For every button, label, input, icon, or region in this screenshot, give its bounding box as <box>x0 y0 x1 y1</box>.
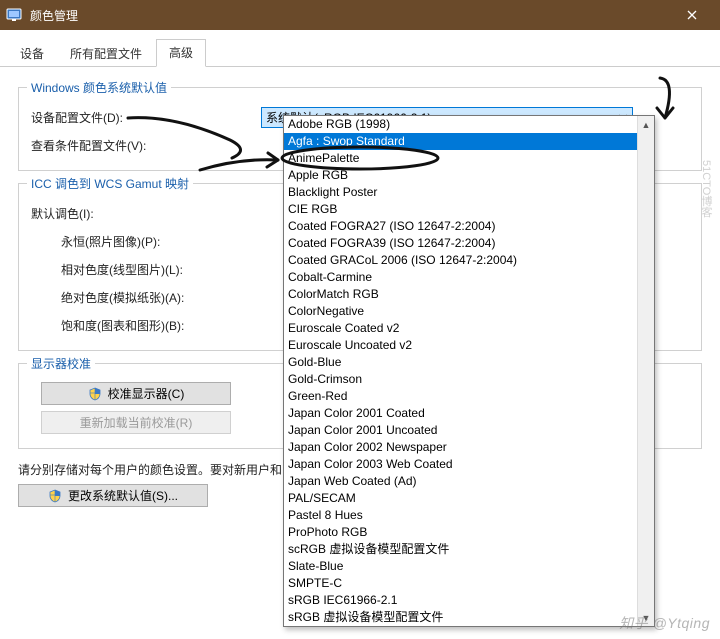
titlebar: 颜色管理 <box>0 0 720 30</box>
tab-strip: 设备 所有配置文件 高级 <box>0 30 720 67</box>
calibrate-display-button[interactable]: 校准显示器(C) <box>41 382 231 405</box>
dropdown-item[interactable]: Gold-Blue <box>284 354 654 371</box>
dropdown-item[interactable]: AnimePalette <box>284 150 654 167</box>
label-default-tone: 默认调色(I): <box>31 205 261 222</box>
window-title: 颜色管理 <box>30 7 669 24</box>
dropdown-item[interactable]: Apple RGB <box>284 167 654 184</box>
dropdown-item[interactable]: CIE RGB <box>284 201 654 218</box>
dropdown-list[interactable]: Adobe RGB (1998)Agfa : Swop StandardAnim… <box>283 115 655 627</box>
dropdown-item[interactable]: Adobe RGB (1998) <box>284 116 654 133</box>
close-button[interactable] <box>669 0 714 30</box>
label-relative: 相对色度(线型图片)(L): <box>31 261 261 278</box>
scroll-up-icon[interactable]: ▲ <box>638 116 654 133</box>
dropdown-item[interactable]: Japan Color 2001 Coated <box>284 405 654 422</box>
label-view-cond: 查看条件配置文件(V): <box>31 137 261 154</box>
dropdown-item[interactable]: Agfa : Swop Standard <box>284 133 654 150</box>
app-icon <box>6 7 22 23</box>
label-saturation: 饱和度(图表和图形)(B): <box>31 317 261 334</box>
button-label: 重新加载当前校准(R) <box>80 414 193 431</box>
button-label: 校准显示器(C) <box>108 385 185 402</box>
dropdown-item[interactable]: Japan Web Coated (Ad) <box>284 473 654 490</box>
dropdown-item[interactable]: Coated FOGRA39 (ISO 12647-2:2004) <box>284 235 654 252</box>
group-legend: ICC 调色到 WCS Gamut 映射 <box>27 175 193 192</box>
shield-icon <box>48 489 62 503</box>
button-label: 更改系统默认值(S)... <box>68 487 178 504</box>
dropdown-item[interactable]: Cobalt-Carmine <box>284 269 654 286</box>
label-absolute: 绝对色度(模拟纸张)(A): <box>31 289 261 306</box>
dropdown-item[interactable]: Slate-Blue <box>284 558 654 575</box>
scrollbar[interactable]: ▲ ▼ <box>637 116 654 626</box>
shield-icon <box>88 387 102 401</box>
dropdown-item[interactable]: Pastel 8 Hues <box>284 507 654 524</box>
dropdown-item[interactable]: Blacklight Poster <box>284 184 654 201</box>
scroll-track[interactable] <box>638 133 654 609</box>
tab-devices[interactable]: 设备 <box>8 41 56 67</box>
dropdown-item[interactable]: sRGB IEC61966-2.1 <box>284 592 654 609</box>
group-legend: Windows 颜色系统默认值 <box>27 79 171 96</box>
watermark: 知乎 @Ytqing <box>619 613 710 633</box>
dropdown-item[interactable]: Euroscale Uncoated v2 <box>284 337 654 354</box>
dropdown-item[interactable]: ColorNegative <box>284 303 654 320</box>
label-device-profile: 设备配置文件(D): <box>31 109 261 126</box>
dropdown-item[interactable]: Green-Red <box>284 388 654 405</box>
label-perceptual: 永恒(照片图像)(P): <box>31 233 261 250</box>
dropdown-item[interactable]: Japan Color 2003 Web Coated <box>284 456 654 473</box>
dropdown-item[interactable]: scRGB 虚拟设备模型配置文件 <box>284 541 654 558</box>
dropdown-item[interactable]: sRGB 虚拟设备模型配置文件 <box>284 609 654 626</box>
dropdown-item[interactable]: Gold-Crimson <box>284 371 654 388</box>
tab-all-profiles[interactable]: 所有配置文件 <box>58 41 154 67</box>
reload-calibration-button: 重新加载当前校准(R) <box>41 411 231 434</box>
group-legend: 显示器校准 <box>27 355 95 372</box>
dropdown-item[interactable]: Japan Color 2001 Uncoated <box>284 422 654 439</box>
watermark-side: 51CTO博客 <box>698 160 714 217</box>
dropdown-item[interactable]: Coated GRACoL 2006 (ISO 12647-2:2004) <box>284 252 654 269</box>
dropdown-item[interactable]: Japan Color 2002 Newspaper <box>284 439 654 456</box>
tab-advanced[interactable]: 高级 <box>156 39 206 67</box>
dropdown-item[interactable]: Coated FOGRA27 (ISO 12647-2:2004) <box>284 218 654 235</box>
dropdown-item[interactable]: PAL/SECAM <box>284 490 654 507</box>
dropdown-item[interactable]: ColorMatch RGB <box>284 286 654 303</box>
dropdown-item[interactable]: Euroscale Coated v2 <box>284 320 654 337</box>
dropdown-item[interactable]: ProPhoto RGB <box>284 524 654 541</box>
change-system-defaults-button[interactable]: 更改系统默认值(S)... <box>18 484 208 507</box>
dropdown-item[interactable]: SMPTE-C <box>284 575 654 592</box>
